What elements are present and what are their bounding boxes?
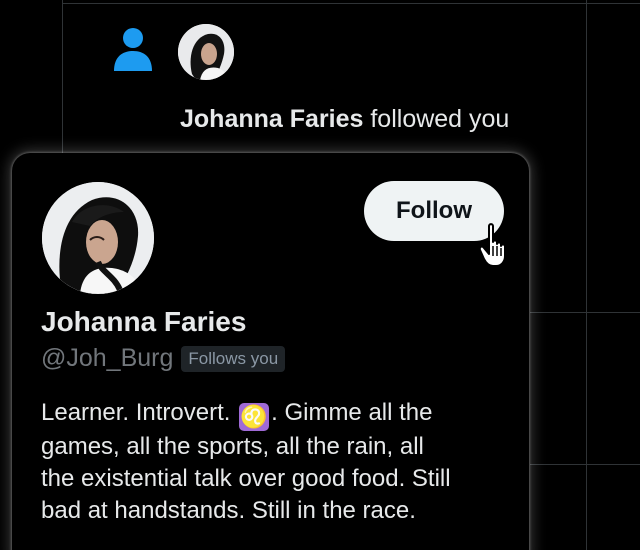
- row-divider: [530, 312, 640, 313]
- notification-avatar[interactable]: [178, 24, 234, 80]
- row-divider: [530, 464, 640, 465]
- profile-handle[interactable]: @Joh_Burg: [41, 344, 173, 373]
- handle-row: @Joh_Burg Follows you: [41, 344, 286, 373]
- follows-you-badge: Follows you: [181, 345, 286, 372]
- profile-display-name[interactable]: Johanna Faries: [41, 306, 246, 338]
- bio-line: Learner. Introvert. ♌. Gimme all the: [41, 397, 521, 431]
- profile-bio: Learner. Introvert. ♌. Gimme all the gam…: [41, 397, 521, 527]
- person-icon: [114, 28, 152, 71]
- notification-action: followed you: [370, 105, 510, 133]
- notification-text: Johanna Faries followed you: [180, 104, 509, 134]
- bio-text: . Gimme all the: [271, 399, 433, 426]
- notifications-view: Johanna Faries followed you Follow Johan…: [0, 0, 640, 550]
- profile-photo: [178, 24, 234, 80]
- profile-photo: [42, 182, 154, 294]
- bio-line: bad at handstands. Still in the race.: [41, 497, 416, 524]
- notification-user-name[interactable]: Johanna Faries: [180, 105, 363, 133]
- bio-line: games, all the sports, all the rain, all: [41, 433, 424, 460]
- bio-line: the existential talk over good food. Sti…: [41, 465, 451, 492]
- profile-avatar[interactable]: [40, 180, 156, 296]
- row-divider: [62, 3, 640, 4]
- hand-cursor-icon: [478, 223, 506, 267]
- timeline-divider: [62, 0, 63, 160]
- timeline-divider: [586, 0, 587, 550]
- bio-text: Learner. Introvert.: [41, 399, 238, 426]
- leo-emoji-icon: ♌: [239, 403, 270, 431]
